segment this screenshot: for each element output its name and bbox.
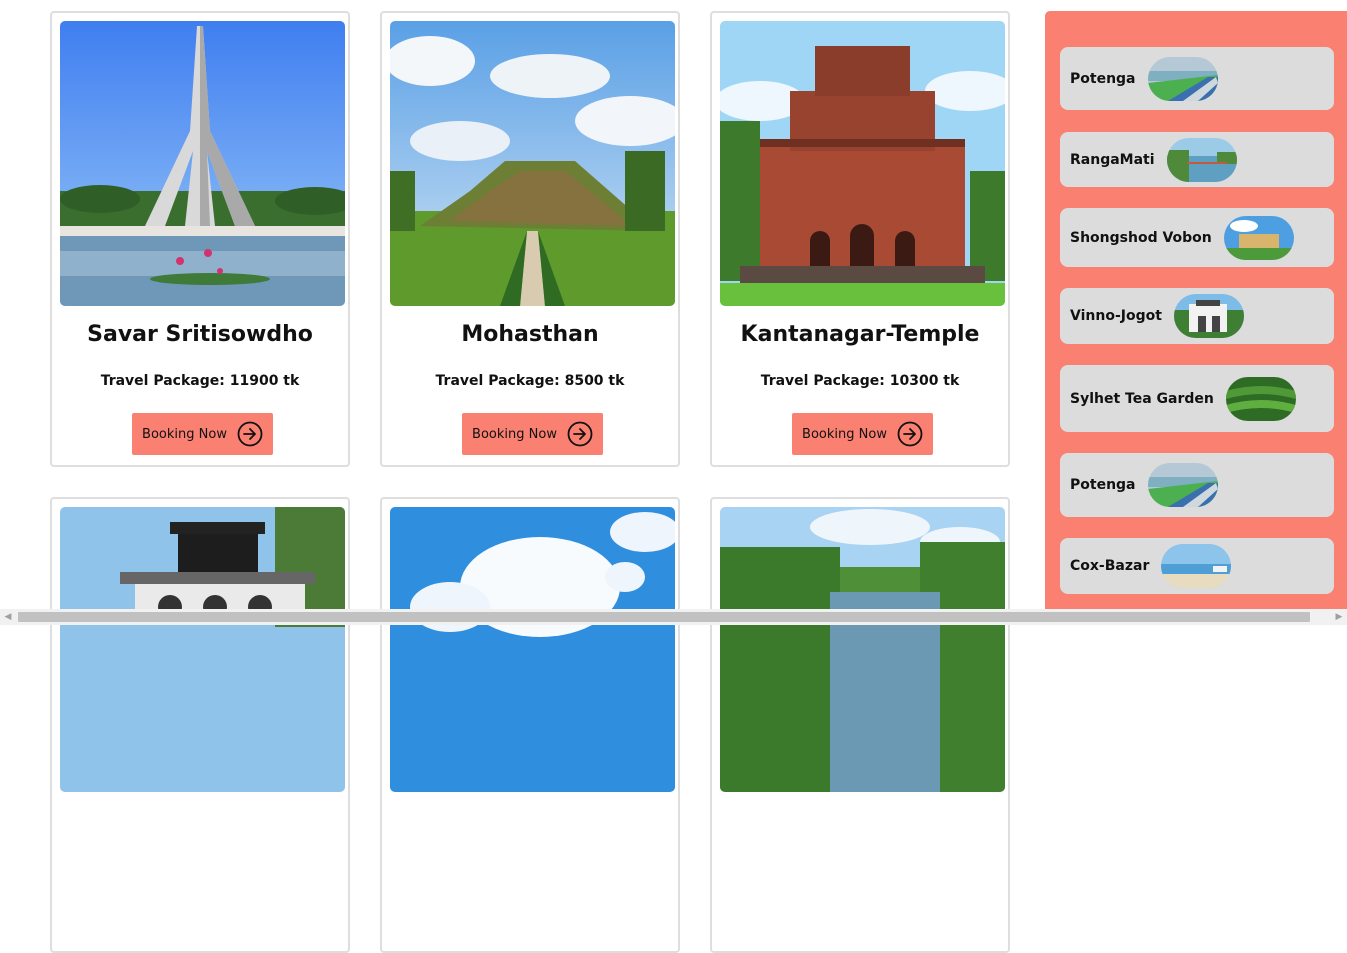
arrow-right-circle-icon — [237, 421, 263, 447]
arrow-right-circle-icon — [567, 421, 593, 447]
destination-sidebar: Potenga RangaMati Shongshod Vobon Vinno-… — [1045, 11, 1347, 609]
lake-thumbnail — [1166, 137, 1237, 182]
travel-package-price: Travel Package: 8500 tk — [435, 373, 625, 389]
booking-now-label: Booking Now — [142, 426, 227, 442]
sidebar-item-label: Shongshod Vobon — [1070, 229, 1212, 246]
booking-now-button[interactable]: Booking Now — [132, 413, 273, 455]
sidebar-item-label: Sylhet Tea Garden — [1070, 390, 1214, 407]
sidebar-item-label: Vinno-Jogot — [1070, 308, 1162, 324]
park-thumbnail — [1173, 294, 1244, 338]
card-title: Mohasthan — [461, 322, 599, 347]
card-image — [720, 21, 1005, 306]
tour-card — [380, 497, 680, 953]
card-image — [390, 507, 675, 792]
card-image — [720, 507, 1005, 792]
sidebar-item-label: Cox-Bazar — [1070, 558, 1150, 574]
arrow-right-circle-icon — [897, 421, 923, 447]
sidebar-item-rangamati[interactable]: RangaMati — [1060, 132, 1334, 187]
horizontal-scrollbar[interactable]: ◀ ▶ — [0, 609, 1347, 625]
card-title: Savar Sritisowdho — [87, 322, 313, 347]
sidebar-item-vinno-jogot[interactable]: Vinno-Jogot — [1060, 288, 1334, 344]
card-title: Kantanagar-Temple — [740, 322, 980, 347]
sidebar-item-label: RangaMati — [1070, 151, 1155, 168]
tour-card — [50, 497, 350, 953]
sidebar-item-sylhet-tea-garden[interactable]: Sylhet Tea Garden — [1060, 365, 1334, 432]
booking-now-label: Booking Now — [472, 426, 557, 442]
tour-card — [710, 497, 1010, 953]
tour-card: Savar Sritisowdho Travel Package: 11900 … — [50, 11, 350, 467]
travel-package-price: Travel Package: 10300 tk — [760, 373, 960, 389]
tour-card: Mohasthan Travel Package: 8500 tk Bookin… — [380, 11, 680, 467]
sidebar-item-label: Potenga — [1070, 70, 1136, 87]
sea-beach-thumbnail — [1161, 544, 1232, 588]
tea-garden-thumbnail — [1225, 376, 1296, 421]
sidebar-item-cox-bazar[interactable]: Cox-Bazar — [1060, 538, 1334, 594]
sidebar-item-potenga[interactable]: Potenga — [1060, 47, 1334, 110]
booking-now-button[interactable]: Booking Now — [792, 413, 933, 455]
card-image — [60, 507, 345, 792]
card-image — [60, 21, 345, 306]
scroll-left-arrow-icon[interactable]: ◀ — [0, 609, 16, 625]
parliament-thumbnail — [1223, 215, 1294, 260]
tour-card: Kantanagar-Temple Travel Package: 10300 … — [710, 11, 1010, 467]
scroll-right-arrow-icon[interactable]: ▶ — [1331, 609, 1347, 625]
scrollbar-thumb[interactable] — [18, 612, 1310, 622]
card-image — [390, 21, 675, 306]
booking-now-button[interactable]: Booking Now — [462, 413, 603, 455]
sidebar-item-shongshod-vobon[interactable]: Shongshod Vobon — [1060, 208, 1334, 267]
sidebar-item-potenga[interactable]: Potenga — [1060, 453, 1334, 517]
travel-package-price: Travel Package: 11900 tk — [100, 373, 300, 389]
beach-thumbnail — [1147, 56, 1218, 101]
beach-thumbnail — [1147, 463, 1218, 507]
booking-now-label: Booking Now — [802, 426, 887, 442]
sidebar-item-label: Potenga — [1070, 477, 1136, 493]
